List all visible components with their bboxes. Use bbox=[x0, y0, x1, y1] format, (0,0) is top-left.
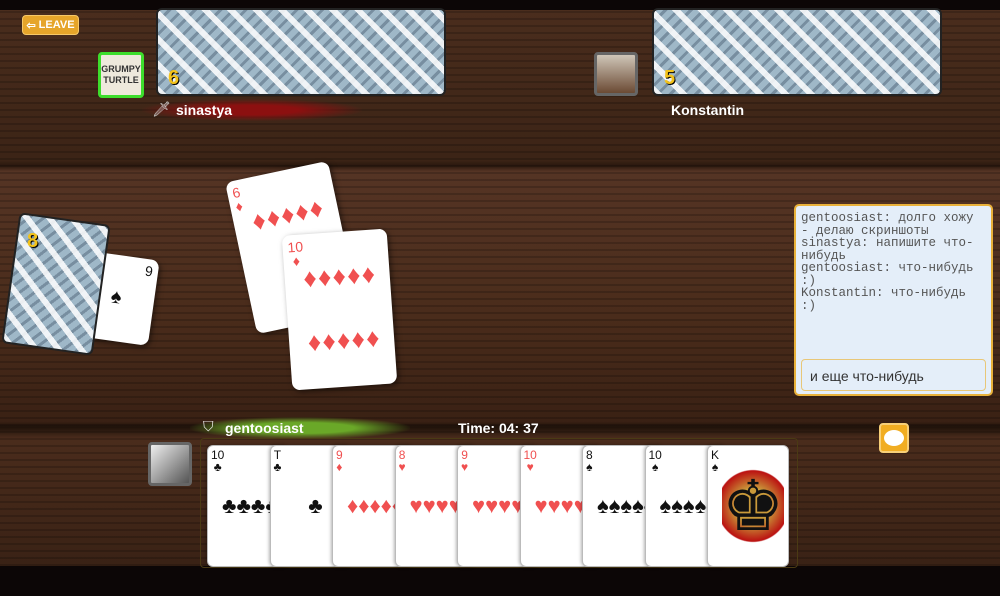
chat-panel: gentoosiast: долго хожу - делаю скриншот… bbox=[794, 204, 993, 396]
card-rank: T ♣ bbox=[273, 448, 282, 474]
opponent-hand-sinastya bbox=[156, 8, 446, 96]
deck bbox=[1, 212, 111, 356]
speech-bubble-icon bbox=[884, 430, 904, 446]
card-rank: 9 ♦ bbox=[336, 448, 343, 474]
exit-icon: ⇦ bbox=[26, 19, 36, 32]
table-card: 10 ♦ ♦ ♦ ♦ ♦ ♦ ♦ ♦ ♦ ♦ ♦ bbox=[281, 228, 398, 391]
card-pips: ♚ bbox=[722, 456, 784, 556]
attacker-banner bbox=[142, 99, 362, 121]
card-rank: 9 ♥ bbox=[461, 448, 469, 474]
chat-log[interactable]: gentoosiast: долго хожу - делаю скриншот… bbox=[801, 212, 987, 352]
avatar-sinastya: GRUMPY TURTLE bbox=[98, 52, 144, 98]
leave-button[interactable]: ⇦ LEAVE bbox=[22, 15, 79, 35]
player-name-konstantin: Konstantin bbox=[671, 102, 745, 118]
chat-message: Konstantin: что-нибудь :) bbox=[801, 286, 967, 313]
player-name-sinastya: sinastya bbox=[176, 102, 233, 118]
card-rank: 8 ♥ bbox=[398, 448, 406, 474]
card-count-konstantin: 5 bbox=[664, 67, 676, 89]
chat-message: sinastya: напишите что-нибудь bbox=[801, 236, 974, 263]
card-count-sinastya: 6 bbox=[168, 67, 180, 89]
sword-icon: 🗡 bbox=[152, 101, 172, 118]
chat-message: gentoosiast: долго хожу - делаю скриншот… bbox=[801, 212, 974, 238]
chat-input[interactable]: и еще что-нибудь bbox=[801, 359, 986, 391]
avatar-konstantin bbox=[594, 52, 638, 96]
shield-icon: ⛉ bbox=[203, 418, 214, 434]
opponent-hand-konstantin bbox=[652, 8, 942, 96]
deck-count: 8 bbox=[27, 230, 39, 252]
card-rank: K ♠ bbox=[711, 448, 720, 474]
hand-card[interactable]: K ♠ ♚ bbox=[707, 445, 789, 567]
avatar-me bbox=[148, 442, 192, 486]
card-rank: 8 ♠ bbox=[586, 448, 593, 474]
chat-toggle-button[interactable] bbox=[879, 423, 909, 453]
player-name-me: gentoosiast bbox=[225, 420, 304, 436]
turn-timer: Time: 04: 37 bbox=[458, 420, 539, 436]
chat-message: gentoosiast: что-нибудь :) bbox=[801, 261, 974, 288]
